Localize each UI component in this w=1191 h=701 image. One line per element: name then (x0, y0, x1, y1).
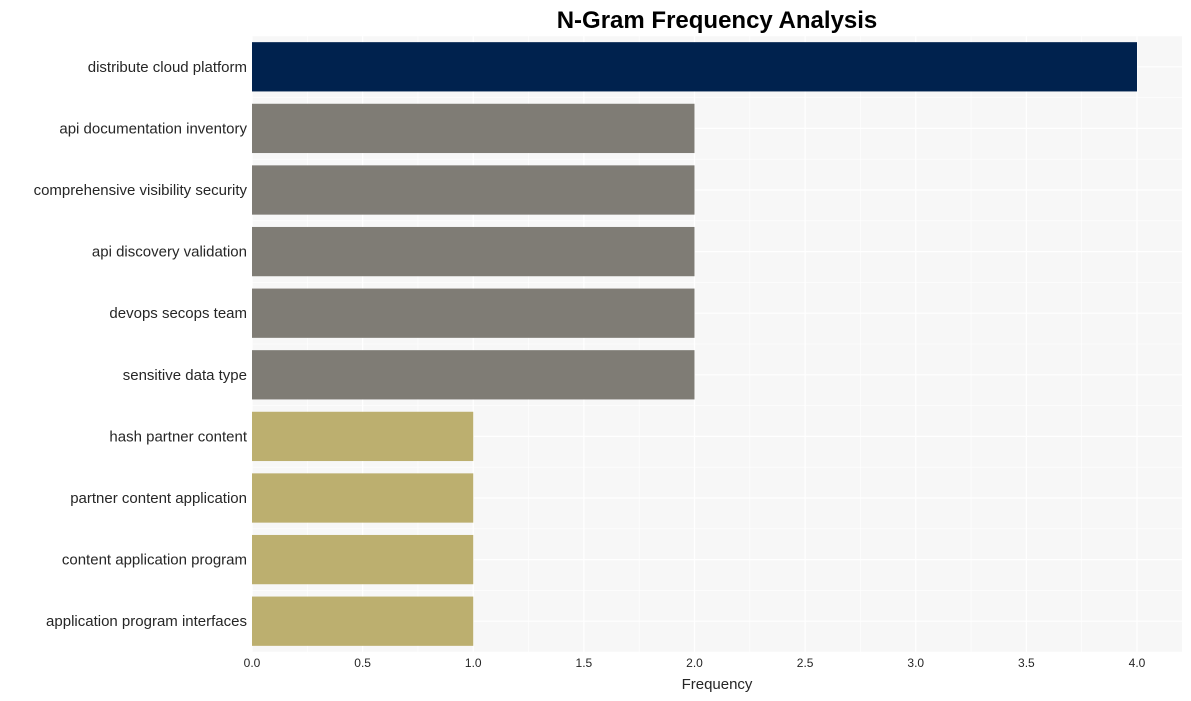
y-tick-label: hash partner content (109, 428, 247, 445)
bar (252, 534, 474, 585)
y-tick-label: devops secops team (109, 305, 247, 322)
bar (252, 596, 474, 646)
x-tick-label: 1.5 (576, 656, 593, 670)
bar (252, 350, 695, 400)
y-tick-label: application program interfaces (46, 613, 247, 630)
x-tick-label: 2.0 (686, 656, 703, 670)
ngram-frequency-chart: distribute cloud platform api documentati… (34, 7, 1182, 693)
x-tick-label: 0.0 (244, 656, 261, 670)
bar (252, 165, 695, 215)
y-tick-label: sensitive data type (123, 367, 247, 384)
bar (252, 411, 474, 462)
x-tick-labels: 0.0 0.5 1.0 1.5 2.0 2.5 3.0 3.5 4.0 (244, 656, 1146, 670)
x-tick-label: 2.5 (797, 656, 814, 670)
x-tick-label: 1.0 (465, 656, 482, 670)
y-tick-label: distribute cloud platform (88, 59, 247, 76)
y-tick-label: comprehensive visibility security (34, 182, 248, 199)
bar (252, 226, 695, 277)
x-tick-label: 4.0 (1129, 656, 1146, 670)
x-tick-label: 0.5 (354, 656, 371, 670)
y-tick-label: partner content application (70, 490, 247, 507)
bar (252, 288, 695, 338)
y-tick-label: content application program (62, 552, 247, 569)
y-tick-label: api discovery validation (92, 244, 247, 261)
x-axis-label: Frequency (682, 676, 753, 693)
bar (252, 473, 474, 523)
y-tick-label: api documentation inventory (59, 120, 247, 137)
y-tick-labels: distribute cloud platform api documentati… (34, 59, 248, 630)
x-tick-label: 3.5 (1018, 656, 1035, 670)
chart-title: N-Gram Frequency Analysis (557, 7, 878, 34)
x-tick-label: 3.0 (907, 656, 924, 670)
bar (252, 42, 1137, 92)
bar (252, 103, 695, 154)
